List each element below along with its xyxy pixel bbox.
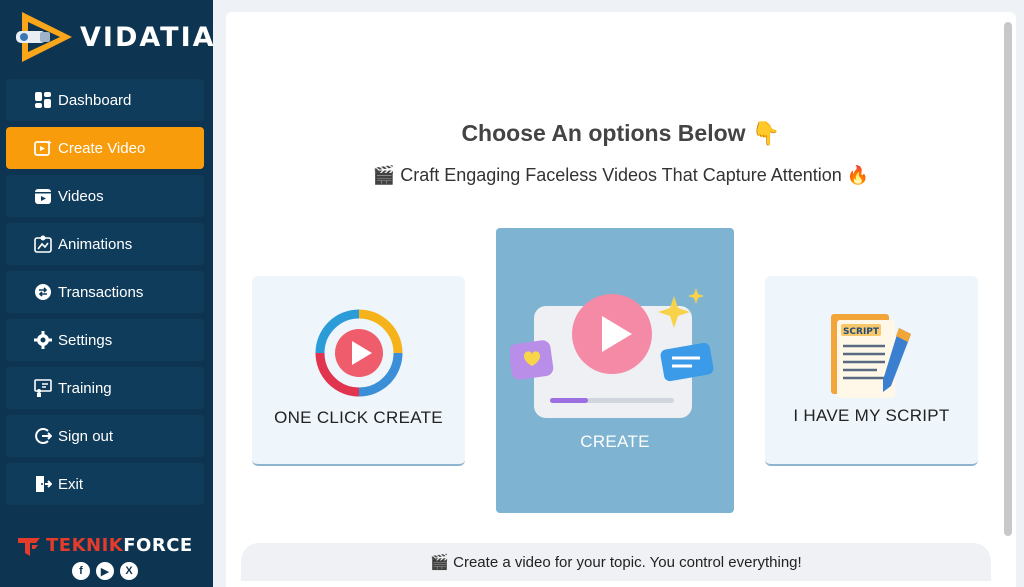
videos-icon [35,189,51,204]
teknikforce-logo[interactable]: TEKNIKFORCE [18,535,198,557]
youtube-icon[interactable]: ▶ [96,562,114,580]
teknikforce-wordmark: TEKNIKFORCE [46,535,193,556]
sidebar-item-label: Videos [58,187,104,205]
sidebar-item-label: Create Video [58,139,146,157]
brand-logo[interactable]: VIDATIA [14,8,213,66]
one-click-create-card[interactable]: ONE CLICK CREATE [252,276,465,466]
svg-text:SCRIPT: SCRIPT [843,327,880,337]
scrollbar[interactable] [1004,22,1012,536]
script-document-icon: SCRIPT [831,314,911,398]
i-have-my-script-label: I HAVE MY SCRIPT [793,406,950,425]
page-subtitle: 🎬 Craft Engaging Faceless Videos That Ca… [372,165,870,185]
app-name: VIDATIA [80,22,213,53]
dashboard-icon [35,92,51,108]
gear-icon [34,331,52,349]
sidebar-item-transactions[interactable]: Transactions [6,271,204,313]
sign-out-icon [35,428,52,444]
vidatia-logo-icon [16,12,72,62]
sidebar-item-settings[interactable]: Settings [6,319,204,361]
sidebar-item-label: Animations [58,235,133,253]
sidebar-item-label: Sign out [58,427,114,445]
training-icon [34,379,52,397]
sidebar-item-exit[interactable]: Exit [6,463,204,505]
social-links: f ▶ X [72,562,138,580]
sidebar-item-label: Exit [58,475,84,493]
hint-text: 🎬 Create a video for your topic. You con… [430,554,802,571]
one-click-refresh-play-icon [315,309,403,397]
sidebar: VIDATIA Dashboard Create Video Videos An… [0,0,213,587]
sidebar-item-label: Transactions [58,283,144,301]
x-twitter-icon[interactable]: X [120,562,138,580]
create-video-icon [34,140,52,156]
one-click-create-label: ONE CLICK CREATE [274,408,443,427]
create-card[interactable]: CREATE [496,228,734,513]
teknikforce-logo-icon [18,538,40,556]
sidebar-item-animations[interactable]: Animations [6,223,204,265]
hint-bar: 🎬 Create a video for your topic. You con… [241,543,991,581]
sidebar-item-training[interactable]: Training [6,367,204,409]
sidebar-item-create-video[interactable]: Create Video [6,127,204,169]
facebook-icon[interactable]: f [72,562,90,580]
create-label: CREATE [580,432,650,451]
animations-icon [34,235,52,253]
page-title: Choose An options Below 👇 [461,120,781,146]
sidebar-item-label: Training [58,379,112,397]
sidebar-item-videos[interactable]: Videos [6,175,204,217]
exit-icon [36,476,52,492]
i-have-my-script-card[interactable]: SCRIPT I HAVE MY SCRIPT [765,276,978,466]
sidebar-item-dashboard[interactable]: Dashboard [6,79,204,121]
sidebar-item-sign-out[interactable]: Sign out [6,415,204,457]
sidebar-item-label: Dashboard [58,91,132,109]
sidebar-item-label: Settings [58,331,113,349]
transactions-icon [35,284,51,300]
create-video-illustration [510,288,714,418]
